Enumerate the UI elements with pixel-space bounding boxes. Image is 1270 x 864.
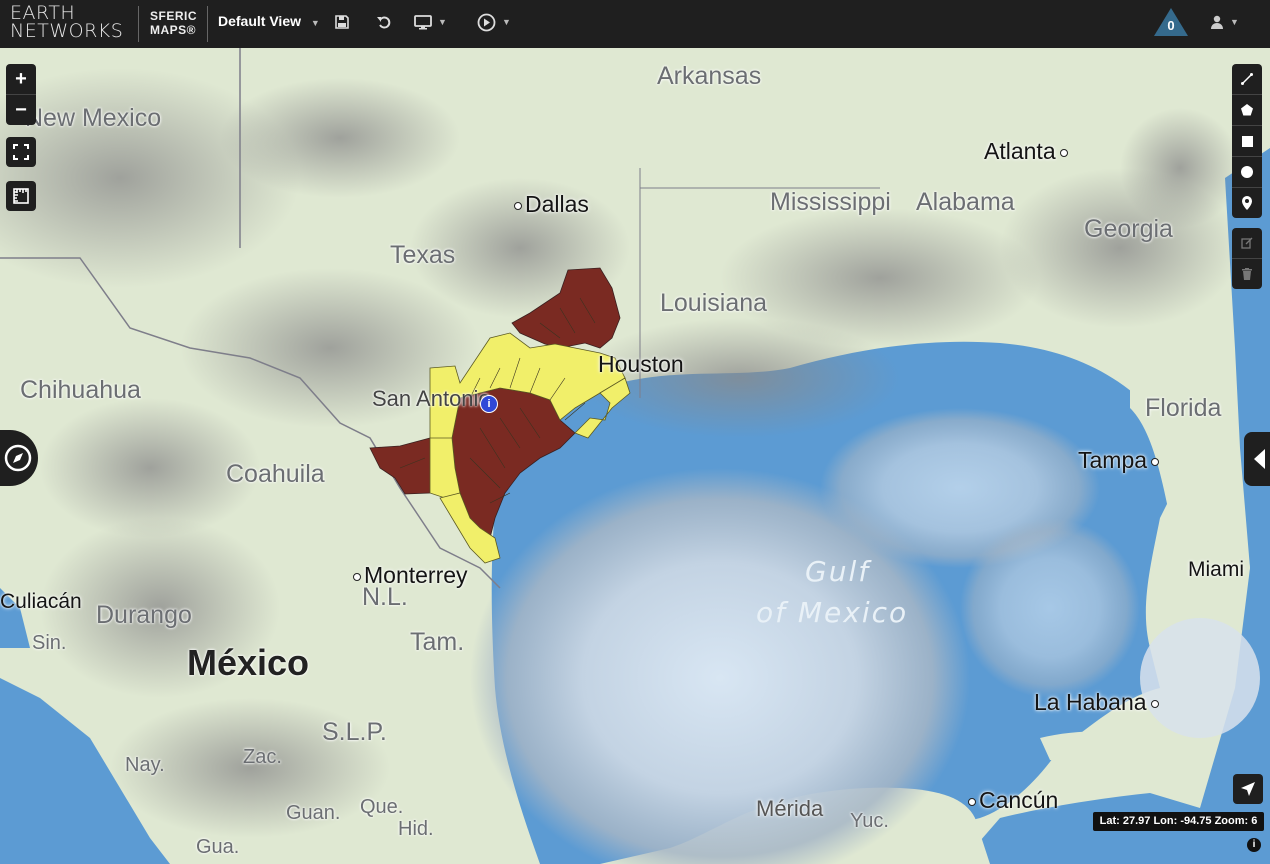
divider [138, 6, 139, 42]
city-label-cancun: Cancún [968, 787, 1058, 814]
fullscreen-icon [13, 144, 29, 160]
chevron-down-icon: ▼ [310, 18, 320, 28]
locate-me-button[interactable] [1233, 774, 1263, 804]
water-label-of-mexico: of Mexico [756, 596, 909, 629]
state-label-nayarit: Nay. [125, 754, 165, 776]
divider [207, 6, 208, 42]
delete-shapes-button[interactable] [1232, 258, 1262, 289]
coordinates-readout: Lat: 27.97 Lon: -94.75 Zoom: 6 [1093, 812, 1264, 831]
zoom-control: + − [6, 64, 36, 125]
state-label-zacatecas: Zac. [243, 746, 282, 768]
square-icon [1241, 135, 1253, 147]
compass-icon [4, 444, 32, 472]
alert-count: 0 [1167, 18, 1175, 33]
draw-circle-button[interactable] [1232, 156, 1262, 187]
pentagon-icon [1241, 104, 1253, 116]
chevron-down-icon: ▼ [438, 17, 447, 27]
edit-icon [1241, 237, 1253, 249]
edit-shapes-button[interactable] [1232, 228, 1262, 258]
state-label-coahuila: Coahuila [226, 460, 325, 488]
user-icon [1211, 15, 1223, 29]
state-label-guerrero: Gua. [196, 836, 240, 858]
city-label-dallas: Dallas [514, 191, 589, 218]
play-icon [477, 13, 496, 31]
city-label-san-antonio: San Antonio [372, 386, 491, 411]
draw-rectangle-button[interactable] [1232, 125, 1262, 156]
city-label-atlanta: Atlanta [984, 138, 1068, 165]
state-label-slp: S.L.P. [322, 718, 387, 746]
state-label-queretaro: Que. [360, 796, 404, 818]
view-label: Default View [218, 13, 301, 29]
fullscreen-control [6, 137, 36, 167]
undo-button[interactable] [377, 10, 391, 34]
city-label-culiacan: Culiacán [0, 590, 82, 613]
ruler-control [6, 181, 36, 211]
side-panel-toggle[interactable] [1244, 432, 1270, 486]
undo-icon [377, 16, 391, 29]
draw-line-button[interactable] [1232, 64, 1262, 94]
city-label-merida: Mérida [756, 796, 824, 821]
state-label-georgia: Georgia [1084, 215, 1173, 243]
state-label-yucatan: Yuc. [850, 810, 889, 832]
sferic-maps-logo: SFERIC MAPS® [150, 9, 198, 37]
attribution-info-button[interactable]: i [1247, 838, 1261, 852]
location-arrow-icon [1241, 782, 1255, 796]
state-label-durango: Durango [96, 601, 192, 629]
map-canvas[interactable]: New Mexico Arkansas Texas Louisiana Miss… [0, 48, 1270, 864]
city-label-monterrey: Monterrey [353, 562, 468, 589]
state-label-guanajuato: Guan. [286, 802, 341, 824]
map-pin-icon [1242, 196, 1252, 210]
water-label-gulf: Gulf [805, 555, 871, 588]
alert-info-marker[interactable]: i [480, 395, 498, 413]
state-label-alabama: Alabama [916, 188, 1015, 216]
top-toolbar: EARTH NETWORKS SFERIC MAPS® Default View… [0, 0, 1270, 48]
animation-menu-button[interactable]: ▼ [477, 10, 511, 34]
city-label-tampa: Tampa [1078, 447, 1159, 474]
trash-icon [1242, 268, 1252, 280]
country-label-mexico: México [187, 642, 310, 683]
state-label-mississippi: Mississippi [770, 188, 891, 216]
fullscreen-button[interactable] [6, 137, 36, 167]
save-button[interactable] [335, 10, 349, 34]
draw-marker-button[interactable] [1232, 187, 1262, 218]
state-label-hidalgo: Hid. [398, 818, 434, 840]
city-label-la-habana: La Habana [1034, 689, 1159, 716]
draw-polygon-button[interactable] [1232, 94, 1262, 125]
city-label-houston: Houston [598, 351, 684, 377]
circle-icon [1241, 166, 1253, 178]
chevron-down-icon: ▼ [1230, 17, 1239, 27]
state-label-louisiana: Louisiana [660, 289, 768, 317]
ruler-icon [13, 188, 29, 204]
zoom-out-button[interactable]: − [6, 94, 36, 125]
city-label-miami: Miami [1188, 558, 1244, 581]
edit-toolbar [1232, 228, 1262, 289]
state-label-florida: Florida [1145, 394, 1222, 422]
chevron-down-icon: ▼ [502, 17, 511, 27]
state-label-chihuahua: Chihuahua [20, 376, 141, 404]
view-selector-button[interactable]: Default View ▼ [218, 13, 320, 29]
state-label-tamaulipas: Tam. [410, 628, 465, 656]
draw-toolbar [1232, 64, 1262, 218]
chevron-left-icon [1254, 449, 1265, 469]
locate-control [1233, 774, 1263, 804]
sferic-maps-app: EARTH NETWORKS SFERIC MAPS® Default View… [0, 0, 1270, 864]
state-label-new-mexico: New Mexico [25, 104, 162, 132]
measure-button[interactable] [6, 181, 36, 211]
monitor-icon [414, 14, 432, 29]
state-label-texas: Texas [390, 241, 456, 269]
zoom-in-button[interactable]: + [6, 64, 36, 94]
alerts-button[interactable]: 0 [1152, 6, 1190, 38]
earth-networks-logo: EARTH NETWORKS [10, 2, 124, 42]
display-menu-button[interactable]: ▼ [414, 10, 447, 34]
save-icon [335, 15, 349, 29]
line-icon [1241, 73, 1253, 85]
state-label-sinaloa: Sin. [32, 632, 67, 654]
user-menu-button[interactable]: ▼ [1210, 10, 1239, 34]
state-label-arkansas: Arkansas [657, 62, 762, 90]
